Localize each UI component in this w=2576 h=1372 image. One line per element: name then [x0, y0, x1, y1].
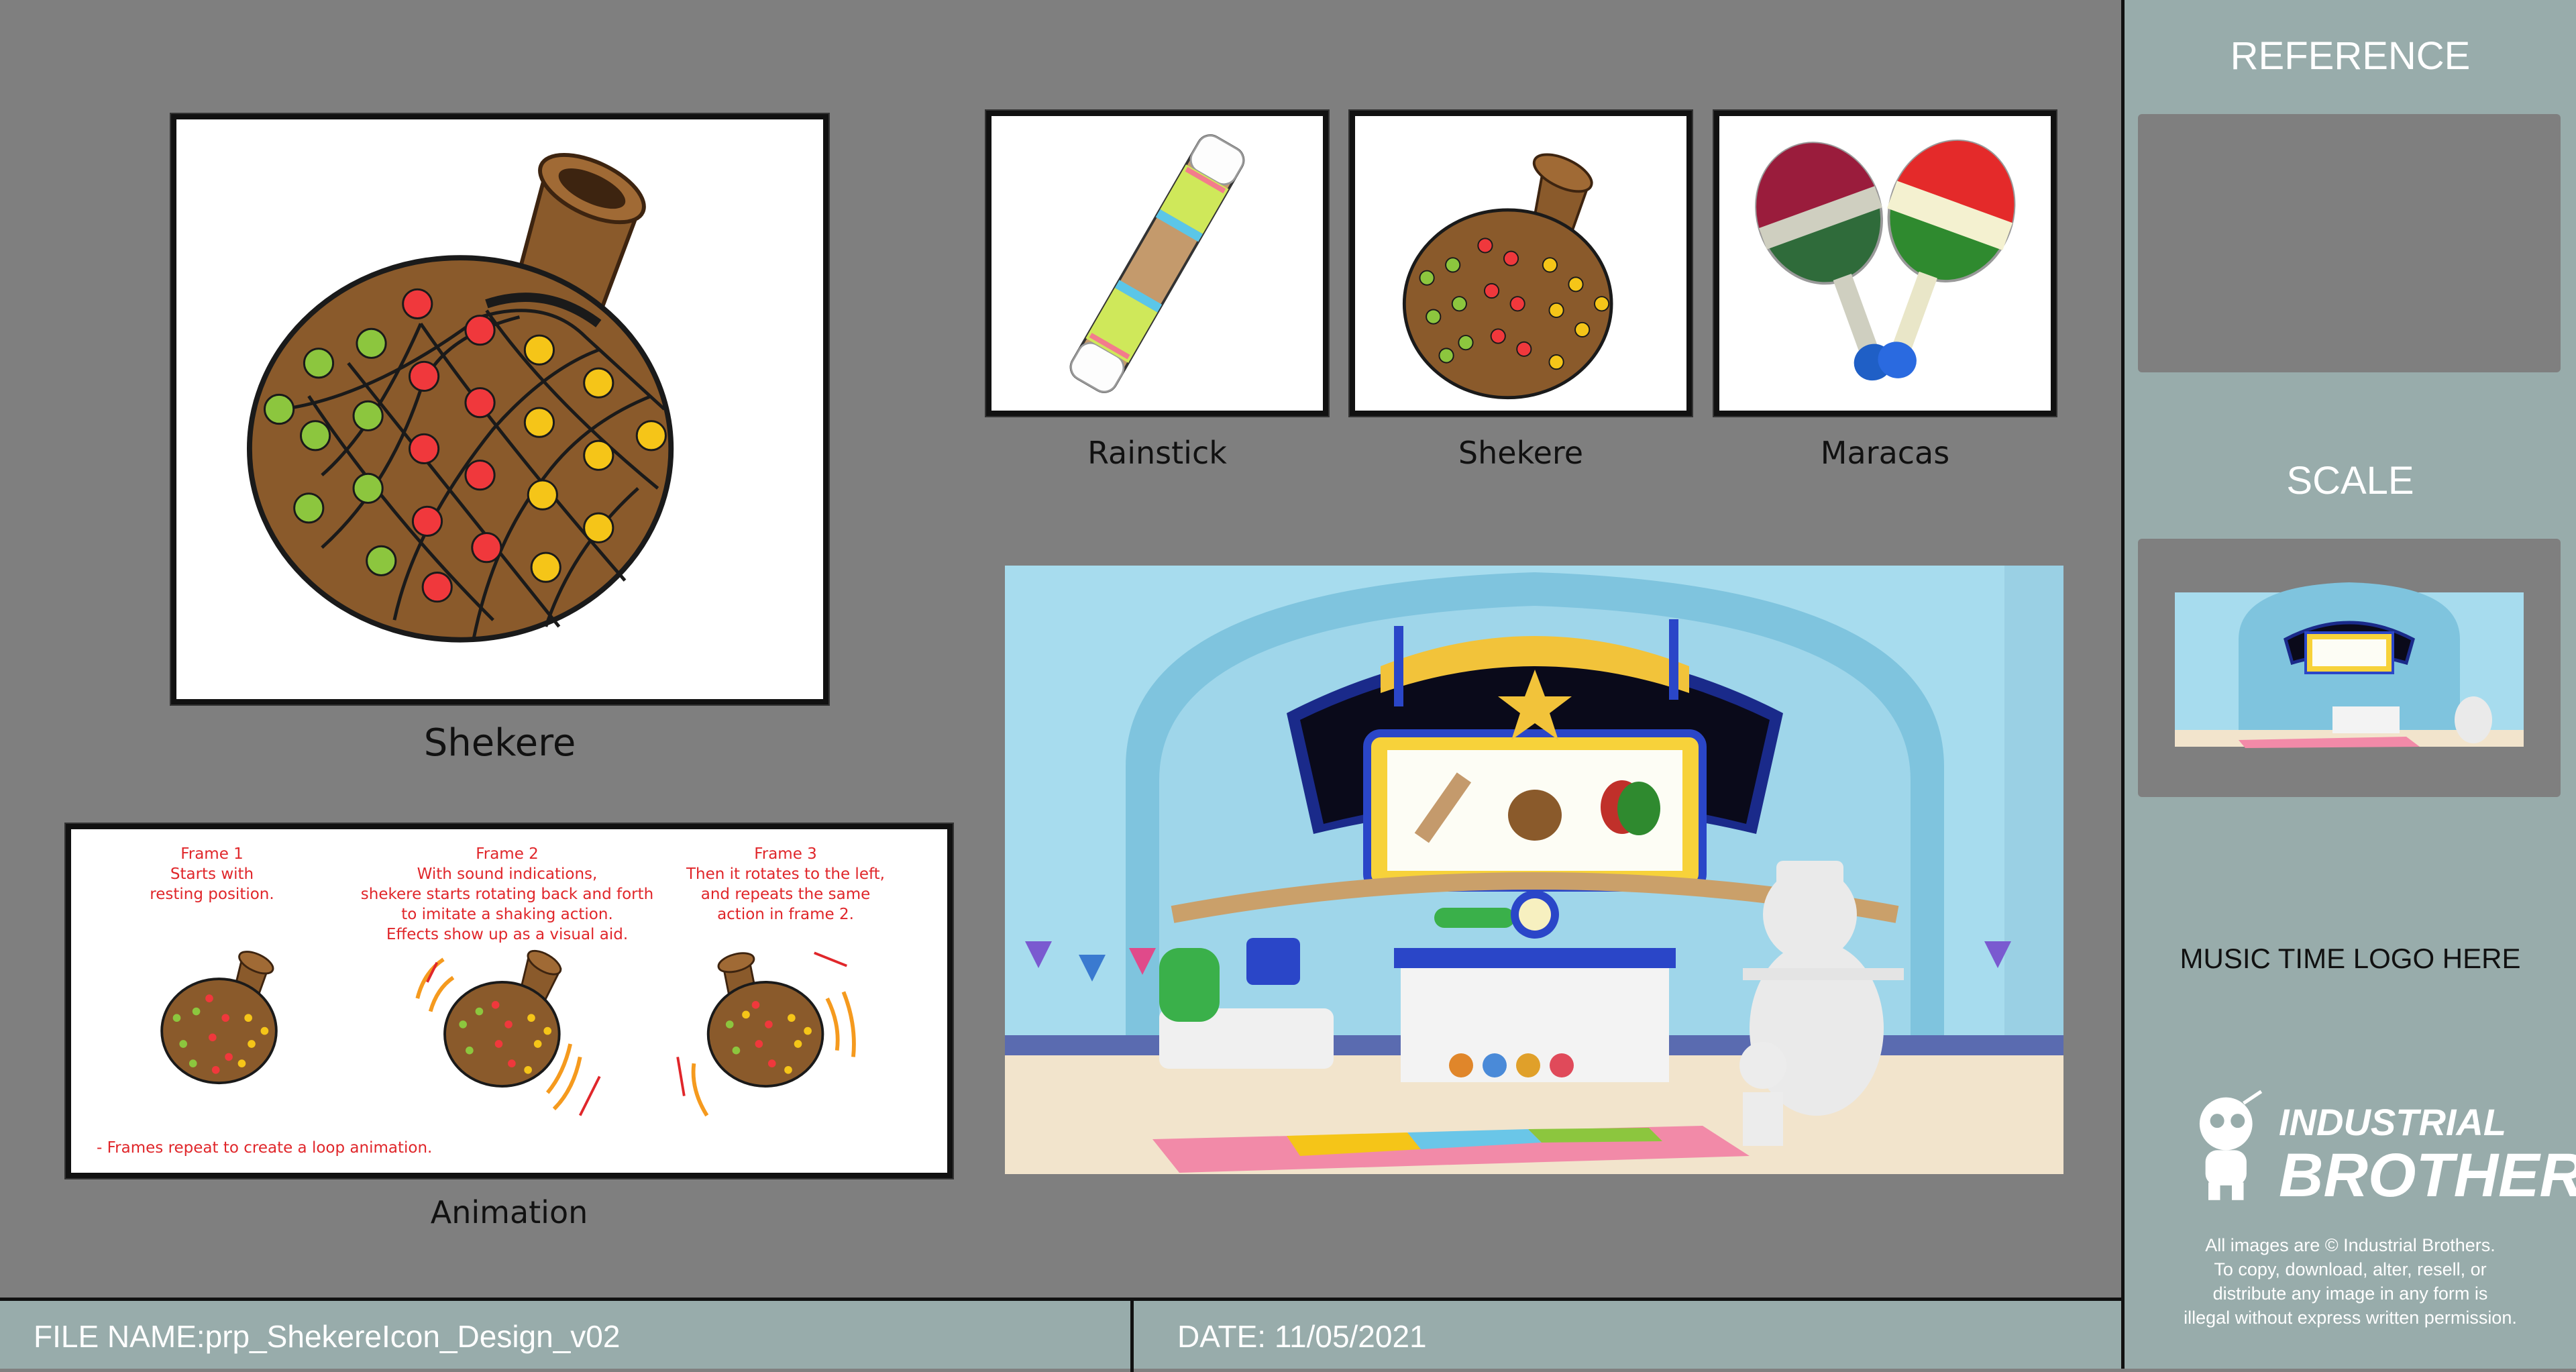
- frame2-text: Frame 2 With sound indications, shekere …: [339, 844, 675, 945]
- rainstick-thumbnail: [986, 111, 1328, 416]
- maracas-thumbnail: [1714, 111, 2056, 416]
- frame1-line: resting position.: [150, 886, 274, 903]
- frame3-title: Frame 3: [754, 845, 817, 863]
- frame2-line: shekere starts rotating back and forth: [360, 886, 654, 903]
- music-time-logo-placeholder: MUSIC TIME LOGO HERE: [2180, 943, 2521, 974]
- maracas-caption: Maracas: [1820, 435, 1950, 471]
- loop-note: - Frames repeat to create a loop animati…: [97, 1139, 433, 1157]
- frame3-shekere: [676, 951, 856, 1117]
- copyright-line: illegal without express written permissi…: [2184, 1308, 2517, 1328]
- frame3-line: action in frame 2.: [717, 906, 854, 923]
- frame2-title: Frame 2: [476, 845, 539, 863]
- scale-thumbnail: [2138, 539, 2561, 797]
- copyright-notice: All images are © Industrial Brothers. To…: [2145, 1233, 2556, 1330]
- file-name-value: prp_ShekereIcon_Design_v02: [205, 1319, 621, 1354]
- brand-line2: BROTHERS: [2279, 1141, 2576, 1210]
- shekere-thumb-caption: Shekere: [1458, 435, 1584, 471]
- shekere-large-illustration: [246, 153, 674, 643]
- frame2-line: With sound indications,: [417, 865, 598, 883]
- maracas-icon: [1755, 140, 2016, 381]
- footer-divider: [1130, 1301, 1134, 1372]
- frame2-line: Effects show up as a visual aid.: [386, 926, 629, 943]
- shekere-thumbnail: [1350, 111, 1692, 416]
- date-value: 11/05/2021: [1274, 1319, 1427, 1354]
- brand-line1: INDUSTRIAL: [2279, 1101, 2507, 1143]
- frame3-text: Frame 3 Then it rotates to the left, and…: [668, 844, 903, 925]
- main-area: Shekere Rainstick Shekere Maracas Frame …: [0, 0, 2121, 1298]
- copyright-line: All images are © Industrial Brothers.: [2205, 1235, 2496, 1255]
- frame3-line: Then it rotates to the left,: [686, 865, 885, 883]
- footer-bar: FILE NAME:prp_ShekereIcon_Design_v02 DAT…: [0, 1298, 2121, 1372]
- reference-title: REFERENCE: [2230, 34, 2471, 78]
- main-shekere-caption: Shekere: [423, 721, 576, 765]
- reference-image-placeholder: [2138, 114, 2561, 372]
- frame2-shekere: [415, 949, 601, 1116]
- file-name-field: FILE NAME:prp_ShekereIcon_Design_v02: [34, 1318, 620, 1355]
- scale-title: SCALE: [2286, 459, 2414, 503]
- animation-panel: Frame 1 Starts with resting position. Fr…: [66, 824, 953, 1178]
- file-name-label: FILE NAME:: [34, 1319, 205, 1354]
- shekere-small-icon: [1402, 153, 1613, 400]
- copyright-line: distribute any image in any form is: [2212, 1283, 2488, 1304]
- rainstick-caption: Rainstick: [1087, 435, 1227, 471]
- industrial-brothers-logo: INDUSTRIAL BROTHERS: [2185, 1087, 2576, 1221]
- frame1-title: Frame 1: [180, 845, 244, 863]
- animation-caption: Animation: [430, 1194, 588, 1230]
- set-render-illustration: [1005, 566, 2063, 1174]
- frame1-shekere: [160, 951, 278, 1085]
- date-field: DATE: 11/05/2021: [1177, 1318, 1427, 1355]
- frame1-text: Frame 1 Starts with resting position.: [111, 844, 313, 904]
- robot-mascot-icon: [2199, 1090, 2263, 1200]
- date-label: DATE:: [1177, 1319, 1275, 1354]
- rainstick-icon: [1069, 134, 1245, 393]
- sidebar: REFERENCE SCALE MUSIC TIME LOGO HERE IND…: [2121, 0, 2576, 1369]
- main-shekere-panel: [171, 114, 828, 704]
- frame1-line: Starts with: [170, 865, 254, 883]
- copyright-line: To copy, download, alter, resell, or: [2214, 1259, 2487, 1279]
- frame3-line: and repeats the same: [700, 886, 871, 903]
- scene-render: [1005, 566, 2063, 1174]
- frame2-line: to imitate a shaking action.: [401, 906, 613, 923]
- scale-scene-thumbnail: [2175, 582, 2524, 748]
